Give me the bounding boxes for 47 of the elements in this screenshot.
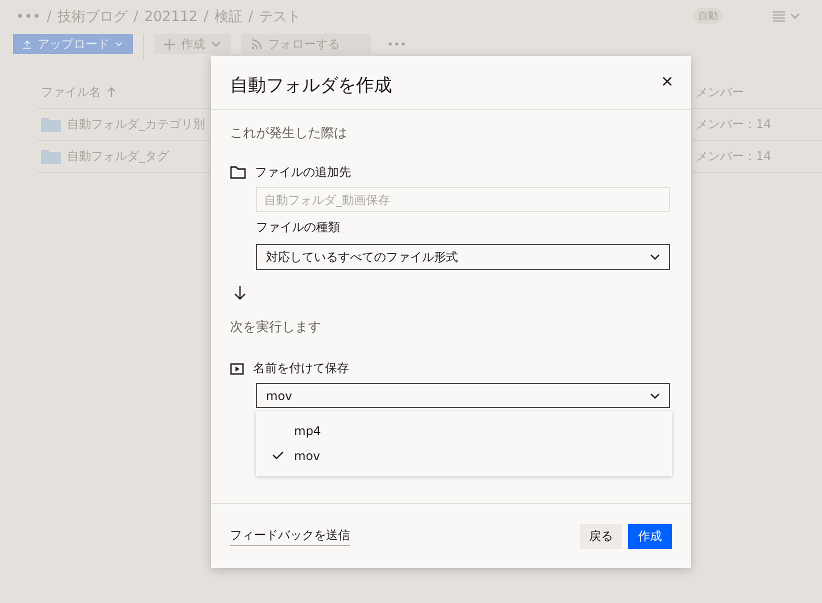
breadcrumb-more[interactable]: ••• [16, 9, 41, 25]
file-type-select[interactable]: 対応しているすべてのファイル形式 [256, 244, 670, 270]
breadcrumb-separator: / [204, 9, 208, 25]
breadcrumb-separator: / [134, 9, 138, 25]
field-label: ファイルの追加先 [255, 164, 351, 181]
member-count: メンバー：14 [696, 148, 772, 165]
folder-icon [41, 149, 61, 164]
arrow-down-icon [234, 286, 246, 300]
breadcrumb-item[interactable]: テスト [259, 8, 302, 26]
menu-option[interactable]: mov [256, 443, 672, 468]
section-heading: 次を実行します [230, 319, 322, 336]
field-label: 名前を付けて保存 [253, 360, 349, 377]
file-name[interactable]: 自動フォルダ_カテゴリ別 [67, 116, 205, 133]
chevron-down-icon [650, 254, 660, 260]
column-header[interactable]: ファイル名 [41, 84, 101, 100]
upload-icon [23, 38, 32, 50]
chevron-down-icon [790, 13, 800, 19]
breadcrumb-separator: / [46, 9, 52, 25]
rss-icon [251, 38, 262, 50]
menu-option[interactable]: mp4 [256, 418, 672, 443]
breadcrumb-separator: / [248, 9, 254, 25]
member-count: メンバー：14 [696, 116, 772, 133]
play-icon [230, 362, 244, 374]
feedback-link[interactable]: フィードバックを送信 [230, 527, 350, 546]
chevron-down-icon [650, 392, 660, 398]
destination-field[interactable]: 自動フォルダ_動画保存 [256, 187, 670, 212]
format-select[interactable]: mov [256, 383, 670, 408]
folder-icon [230, 166, 246, 179]
dialog-title: 自動フォルダを作成 [230, 74, 392, 96]
create-button[interactable]: 作成 [628, 524, 672, 549]
breadcrumb-item[interactable]: 技術ブログ [58, 8, 128, 26]
folder-icon [41, 117, 61, 132]
more-button[interactable]: ••• [381, 34, 412, 54]
sort-arrow-icon[interactable] [107, 87, 116, 97]
list-view-icon[interactable] [773, 10, 785, 22]
column-header: メンバー [696, 84, 745, 100]
breadcrumb-item[interactable]: 202112 [144, 9, 198, 25]
back-button[interactable]: 戻る [580, 524, 622, 549]
close-button[interactable]: × [655, 71, 679, 94]
section-heading: これが発生した際は [230, 125, 348, 142]
chevron-down-icon [115, 41, 123, 47]
field-label: ファイルの種類 [256, 219, 341, 236]
chevron-down-icon [211, 41, 221, 47]
breadcrumb-item[interactable]: 検証 [214, 8, 242, 26]
plus-icon [164, 38, 175, 50]
file-name[interactable]: 自動フォルダ_タグ [67, 148, 169, 165]
upload-button[interactable]: アップロード [13, 34, 133, 54]
